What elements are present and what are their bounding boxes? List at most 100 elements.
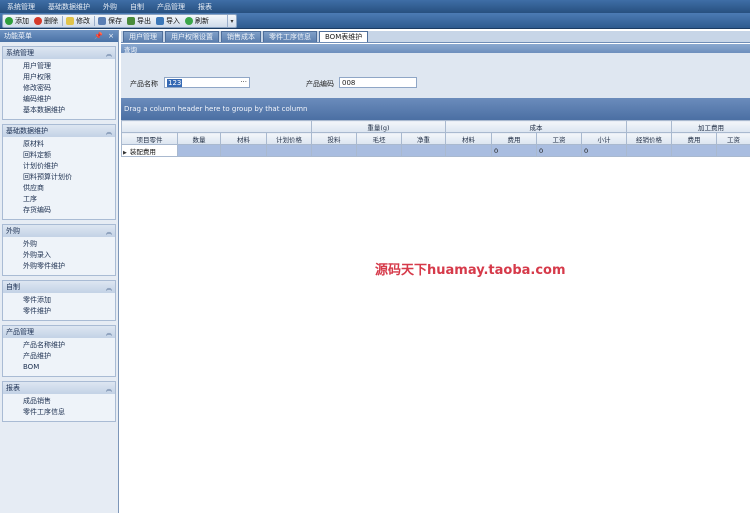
collapse-icon[interactable]: ︽ [106, 127, 112, 136]
table-cell[interactable] [671, 144, 717, 157]
sidebar-item[interactable]: 用户管理 [23, 61, 115, 72]
sidebar-item[interactable]: 修改密码 [23, 83, 115, 94]
menu-system[interactable]: 系统管理 [0, 2, 41, 12]
group-header-basic-data[interactable]: 基础数据维护 ︽ [3, 125, 115, 137]
menu-basic-data[interactable]: 基础数据维护 [41, 2, 96, 12]
sidebar-item[interactable]: 外购 [23, 239, 115, 250]
menu-product[interactable]: 产品管理 [150, 2, 191, 12]
table-cell[interactable] [177, 144, 221, 157]
table-cell[interactable] [626, 144, 672, 157]
sidebar-item[interactable]: 外购零件维护 [23, 261, 115, 272]
column-header[interactable]: 工资 [536, 132, 582, 145]
band-header-processing-fee[interactable]: 加工费用 [671, 120, 750, 133]
table-cell[interactable] [401, 144, 446, 157]
column-header[interactable]: 小计 [581, 132, 627, 145]
sidebar-item[interactable]: 存货编码 [23, 205, 115, 216]
column-header[interactable]: 投料 [311, 132, 357, 145]
product-name-field[interactable]: 123 ··· [164, 77, 250, 88]
sidebar-item[interactable]: 基本数据维护 [23, 105, 115, 116]
sidebar-item[interactable]: 零件维护 [23, 306, 115, 317]
group-header-product[interactable]: 产品管理 ︽ [3, 326, 115, 338]
column-header[interactable]: 费用 [491, 132, 537, 145]
column-header[interactable]: 毛坯 [356, 132, 402, 145]
collapse-icon[interactable]: ︽ [106, 283, 112, 292]
table-cell[interactable] [220, 144, 267, 157]
sidebar-item[interactable]: 零件工序信息 [23, 407, 115, 418]
collapse-icon[interactable]: ︽ [106, 384, 112, 393]
table-cell[interactable]: 0 [491, 144, 537, 157]
sidebar-item[interactable]: 回料定额 [23, 150, 115, 161]
toolbar-overflow-dropdown[interactable]: ▾ [227, 15, 236, 27]
collapse-icon[interactable]: ︽ [106, 49, 112, 58]
sidebar-item[interactable]: 外购录入 [23, 250, 115, 261]
sidebar-item[interactable]: 成品销售 [23, 396, 115, 407]
column-header[interactable]: 费用 [671, 132, 717, 145]
group-title: 自制 [6, 283, 20, 291]
export-icon [127, 17, 135, 25]
sidebar-item[interactable]: 供应商 [23, 183, 115, 194]
table-cell[interactable] [716, 144, 750, 157]
sidebar-item[interactable]: 产品名称维护 [23, 340, 115, 351]
export-button[interactable]: 导出 [125, 15, 154, 27]
group-header-system[interactable]: 系统管理 ︽ [3, 47, 115, 59]
delete-button[interactable]: 删除 [32, 15, 61, 27]
pin-icon[interactable]: 📌 [94, 32, 103, 40]
table-cell[interactable] [356, 144, 402, 157]
close-icon[interactable]: × [108, 32, 114, 40]
tab-user-permissions[interactable]: 用户权限设置 [165, 31, 219, 42]
table-cell[interactable] [445, 144, 492, 157]
table-cell[interactable]: ▶ 装配费用 [121, 144, 178, 157]
browse-ellipsis-icon[interactable]: ··· [240, 78, 247, 86]
menu-report[interactable]: 报表 [191, 2, 218, 12]
sidebar-item[interactable]: 回料预算计划价 [23, 172, 115, 183]
collapse-icon[interactable]: ︽ [106, 227, 112, 236]
tab-sales-cost[interactable]: 销售成本 [221, 31, 261, 42]
menu-self-made[interactable]: 自制 [123, 2, 150, 12]
sidebar-item[interactable]: 编码维护 [23, 94, 115, 105]
table-cell[interactable] [266, 144, 312, 157]
sidebar-item[interactable]: 用户权限 [23, 72, 115, 83]
sidebar-group-purchase: 外购 ︽ 外购 外购录入 外购零件维护 [2, 224, 116, 276]
tab-bom-maintenance[interactable]: BOM表维护 [319, 31, 369, 42]
column-header[interactable]: 数量 [177, 132, 221, 145]
column-header[interactable]: 工资 [716, 132, 750, 145]
sidebar-item[interactable]: 产品维护 [23, 351, 115, 362]
sidebar-item[interactable]: BOM [23, 362, 115, 373]
group-header-report[interactable]: 报表 ︽ [3, 382, 115, 394]
sidebar-group-report: 报表 ︽ 成品销售 零件工序信息 [2, 381, 116, 422]
table-cell[interactable] [311, 144, 357, 157]
import-icon [156, 17, 164, 25]
edit-button[interactable]: 修改 [64, 15, 93, 27]
tab-part-process[interactable]: 零件工序信息 [263, 31, 317, 42]
toolbar-strip: 添加 删除 修改 保存 导出 导入 刷新 ▾ [2, 14, 237, 28]
table-cell[interactable]: 0 [536, 144, 582, 157]
save-button[interactable]: 保存 [96, 15, 125, 27]
toolbar-divider [94, 16, 95, 26]
tab-user-management[interactable]: 用户管理 [123, 31, 163, 42]
band-header-weight[interactable]: 重量(g) [311, 120, 446, 133]
column-header[interactable]: 项目零件 [121, 132, 178, 145]
band-header-cost[interactable]: 成本 [445, 120, 627, 133]
table-cell[interactable]: 0 [581, 144, 627, 157]
toolbar-divider [62, 16, 63, 26]
add-button[interactable]: 添加 [3, 15, 32, 27]
refresh-button[interactable]: 刷新 [183, 15, 212, 27]
sidebar-item[interactable]: 零件添加 [23, 295, 115, 306]
column-header[interactable]: 计划价格 [266, 132, 312, 145]
table-row[interactable]: ▶ 装配费用 0 0 0 [121, 144, 750, 157]
column-header[interactable]: 经销价格 [626, 132, 672, 145]
collapse-icon[interactable]: ︽ [106, 328, 112, 337]
menu-purchase[interactable]: 外购 [96, 2, 123, 12]
edit-icon [66, 17, 74, 25]
column-header[interactable]: 净重 [401, 132, 446, 145]
sidebar-item[interactable]: 计划价维护 [23, 161, 115, 172]
group-header-self-made[interactable]: 自制 ︽ [3, 281, 115, 293]
column-header[interactable]: 材料 [445, 132, 492, 145]
product-code-field[interactable]: 008 [339, 77, 417, 88]
column-header[interactable]: 材料 [220, 132, 267, 145]
group-header-purchase[interactable]: 外购 ︽ [3, 225, 115, 237]
sidebar-item[interactable]: 工序 [23, 194, 115, 205]
import-button[interactable]: 导入 [154, 15, 183, 27]
sidebar-item[interactable]: 原材料 [23, 139, 115, 150]
group-by-panel[interactable]: Drag a column header here to group by th… [121, 98, 750, 120]
